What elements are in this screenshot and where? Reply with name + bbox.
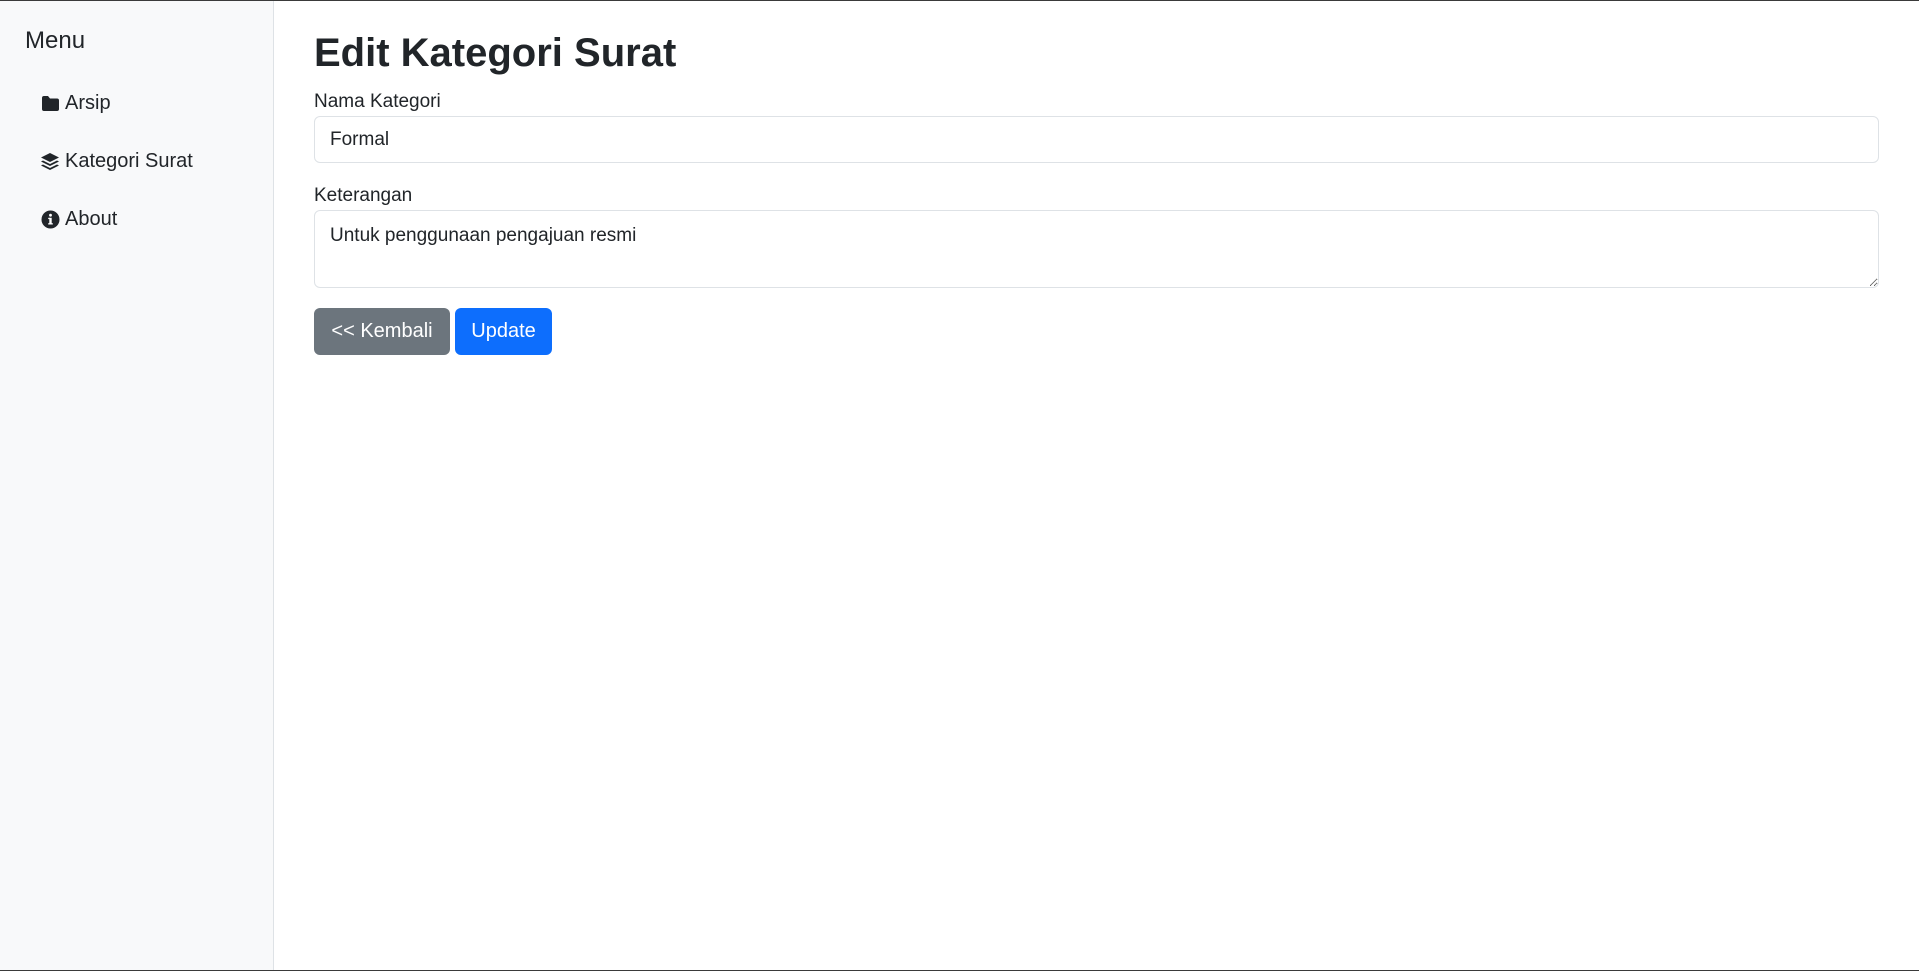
sidebar-item-kategori-surat[interactable]: Kategori Surat: [25, 139, 273, 183]
sidebar-title: Menu: [25, 27, 86, 54]
form-actions: << Kembali Update: [314, 308, 1879, 355]
sidebar-item-label: About: [65, 207, 118, 230]
keterangan-textarea[interactable]: Untuk penggunaan pengajuan resmi: [314, 210, 1879, 288]
main-content: Edit Kategori Surat Nama Kategori Ketera…: [274, 1, 1919, 970]
info-circle-icon: [40, 209, 60, 229]
keterangan-label: Keterangan: [314, 185, 413, 206]
sidebar-item-arsip[interactable]: Arsip: [25, 81, 273, 125]
nama-kategori-input[interactable]: [314, 116, 1879, 163]
update-button[interactable]: Update: [455, 308, 552, 355]
sidebar: Menu Arsip Kategori Surat About: [0, 1, 274, 970]
folder-icon: [40, 93, 60, 113]
back-button[interactable]: << Kembali: [314, 308, 450, 355]
sidebar-item-label: Arsip: [65, 91, 111, 114]
nama-kategori-label: Nama Kategori: [314, 91, 441, 112]
app-window: Menu Arsip Kategori Surat About Edit Kat…: [0, 0, 1919, 971]
sidebar-item-label: Kategori Surat: [65, 149, 193, 172]
sidebar-item-about[interactable]: About: [25, 197, 273, 241]
keterangan-group: Keterangan Untuk penggunaan pengajuan re…: [314, 185, 1879, 288]
nama-kategori-group: Nama Kategori: [314, 91, 1879, 163]
page-title: Edit Kategori Surat: [314, 31, 677, 75]
layers-icon: [40, 151, 60, 171]
